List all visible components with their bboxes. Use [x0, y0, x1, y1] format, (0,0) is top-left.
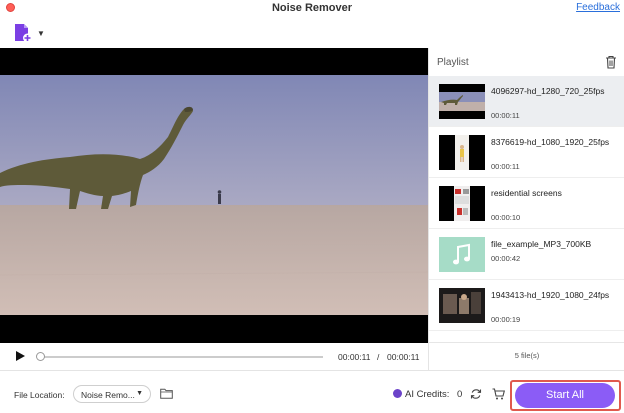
- player-controls: 00:00:11 / 00:00:11: [0, 343, 428, 370]
- seek-bar[interactable]: [41, 356, 323, 358]
- add-file-icon: [15, 24, 32, 43]
- trash-icon[interactable]: [605, 55, 617, 69]
- seek-handle[interactable]: [36, 352, 45, 361]
- playlist-header: Playlist: [429, 48, 624, 76]
- playlist-item-name: 4096297-hd_1280_720_25fps: [491, 86, 605, 96]
- playlist-item[interactable]: file_example_MP3_700KB 00:00:42: [429, 229, 624, 280]
- refresh-icon[interactable]: [470, 388, 482, 400]
- playlist-item[interactable]: 8376619-hd_1080_1920_25fps 00:00:11: [429, 127, 624, 178]
- playlist-list: 4096297-hd_1280_720_25fps 00:00:11 83766…: [429, 76, 624, 334]
- video-thumbnail: [439, 288, 485, 323]
- playlist-item-name: 1943413-hd_1920_1080_24fps: [491, 290, 610, 300]
- playlist-title: Playlist: [437, 57, 469, 68]
- toolbar: ▼: [0, 16, 624, 48]
- playlist-item[interactable]: 4096297-hd_1280_720_25fps 00:00:11: [429, 76, 624, 127]
- ai-credits-icon: [393, 389, 402, 398]
- file-location-dropdown[interactable]: Noise Remo... ▼: [73, 385, 151, 403]
- playlist-file-count: 5 file(s): [514, 351, 540, 360]
- play-button[interactable]: [16, 351, 25, 361]
- start-all-button[interactable]: Start All: [515, 383, 615, 408]
- file-location-label: File Location:: [14, 390, 65, 400]
- playlist-item-name: file_example_MP3_700KB: [491, 239, 592, 249]
- add-file-button[interactable]: ▼: [12, 22, 46, 44]
- playlist-item-name: 8376619-hd_1080_1920_25fps: [491, 137, 610, 147]
- title-bar: Noise Remover Feedback: [0, 0, 624, 16]
- playlist-item-duration: 00:00:11: [491, 162, 520, 171]
- ai-credits-label: AI Credits:: [405, 389, 450, 400]
- playlist-item[interactable]: residential screens 00:00:10: [429, 178, 624, 229]
- cart-icon[interactable]: [492, 388, 505, 400]
- folder-icon[interactable]: [160, 388, 173, 399]
- footer-bar: File Location: Noise Remo... ▼ AI Credit…: [0, 370, 624, 413]
- playlist-item-duration: 00:00:42: [491, 254, 521, 263]
- chevron-down-icon: ▼: [136, 390, 143, 397]
- video-thumbnail: [439, 135, 485, 170]
- video-thumbnail: [439, 84, 485, 119]
- playlist-divider: [429, 342, 624, 343]
- video-frame: [0, 75, 428, 315]
- playlist-item-duration: 00:00:11: [491, 111, 520, 120]
- ai-credits-value: 0: [457, 389, 463, 400]
- playlist-item[interactable]: 1943413-hd_1920_1080_24fps 00:00:19: [429, 280, 624, 331]
- time-separator: /: [377, 352, 380, 362]
- playlist-item-duration: 00:00:19: [491, 315, 521, 324]
- window-title: Noise Remover: [271, 2, 353, 14]
- chevron-down-icon: ▼: [37, 29, 45, 38]
- feedback-link[interactable]: Feedback: [576, 2, 620, 13]
- video-preview[interactable]: [0, 48, 428, 343]
- total-time: 00:00:11: [387, 352, 420, 362]
- file-location-value: Noise Remo...: [81, 390, 135, 400]
- video-thumbnail: [439, 186, 485, 221]
- playlist-item-name: residential screens: [491, 188, 562, 198]
- current-time: 00:00:11: [338, 352, 371, 362]
- audio-thumbnail: [439, 237, 485, 272]
- playlist-item-duration: 00:00:10: [491, 213, 521, 222]
- noise-remover-window: Noise Remover Feedback ▼ Playlist 409629…: [0, 0, 624, 413]
- playlist-panel: Playlist 4096297-hd_1280_720_25fps 00:00…: [428, 48, 624, 370]
